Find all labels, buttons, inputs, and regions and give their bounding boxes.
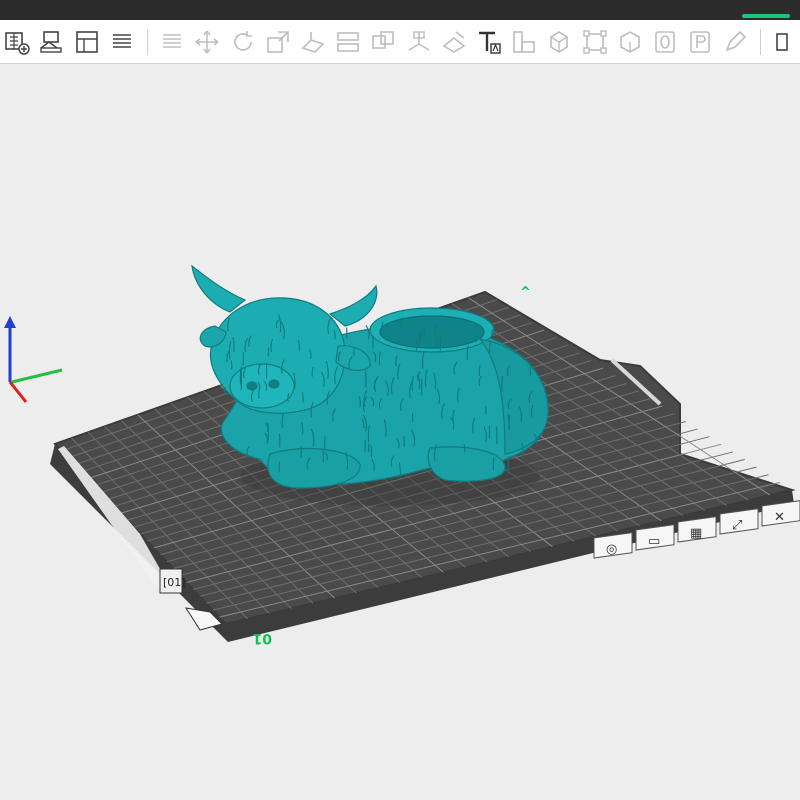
plate-delete-icon: ✕ [774,510,785,525]
plate-number-icon [655,30,675,53]
plate-p-icon [690,30,710,53]
orient-button[interactable] [72,26,101,58]
pen-icon [725,30,747,51]
layout-icon [113,33,132,48]
3d-viewport[interactable]: [01] 01 ^ ◎ ▭ ▦ ⤢ ✕ [0,64,800,800]
plate-top-label: ^ [520,285,531,300]
plate-orient-icon: ⤢ [732,518,742,533]
y-axis [11,368,63,384]
measure-icon [513,30,535,53]
text-icon [478,31,501,54]
add-plate-button[interactable] [2,26,31,58]
brim-button[interactable] [615,26,644,58]
split-button[interactable] [369,26,398,58]
title-bar [0,0,800,20]
plate-settings-icon: ◎ [606,542,617,557]
split-icon [372,30,395,49]
arrange-button[interactable] [37,26,66,58]
lay-on-face-icon [301,31,325,53]
boolean-icon [582,29,607,54]
title-bar-accent [742,14,790,18]
fur-strand [370,444,373,458]
layout-button[interactable] [108,26,137,58]
plate-p-button[interactable] [685,26,714,58]
seam-paint-icon [442,30,466,53]
cut-button[interactable] [334,26,363,58]
x-axis [8,381,28,403]
axis-gizmo [4,316,63,403]
text-button[interactable] [474,26,503,58]
scene-canvas[interactable]: [01] 01 ^ ◎ ▭ ▦ ⤢ ✕ [0,64,800,800]
support-paint-icon [408,30,429,51]
plate-lock-icon: ▭ [648,534,660,549]
arrange-icon [40,30,62,53]
support-paint-button[interactable] [404,26,433,58]
cube-icon [550,30,569,53]
fur-strand [423,326,426,337]
brim-icon [619,30,640,53]
rotate-icon [233,30,252,51]
measure-button[interactable] [510,26,539,58]
plate-left-tag: [01] [163,576,186,589]
more-button[interactable] [771,26,800,58]
lay-on-face-button[interactable] [298,26,327,58]
plate-number-button[interactable] [650,26,679,58]
list-icon [163,33,182,48]
fur-strand [267,422,270,441]
rotate-button[interactable] [228,26,257,58]
more-icon [776,32,789,51]
main-toolbar [0,20,800,64]
scale-icon [267,30,289,53]
orient-icon [76,30,98,53]
move-icon [195,30,219,53]
pen-button[interactable] [721,26,750,58]
boolean-button[interactable] [580,26,609,58]
cut-icon [337,31,359,52]
fur-strand [378,351,381,365]
scale-button[interactable] [263,26,292,58]
add-plate-icon [4,31,30,55]
fur-strand [322,450,324,463]
toolbar-separator [759,28,761,55]
list-button[interactable] [158,26,187,58]
fur-strand [492,457,495,471]
plate-arrange-icon: ▦ [690,526,702,541]
cube-button[interactable] [545,26,574,58]
move-button[interactable] [193,26,222,58]
plate-number-label: 01 [253,630,272,646]
toolbar-separator [146,28,148,55]
seam-paint-button[interactable] [439,26,468,58]
